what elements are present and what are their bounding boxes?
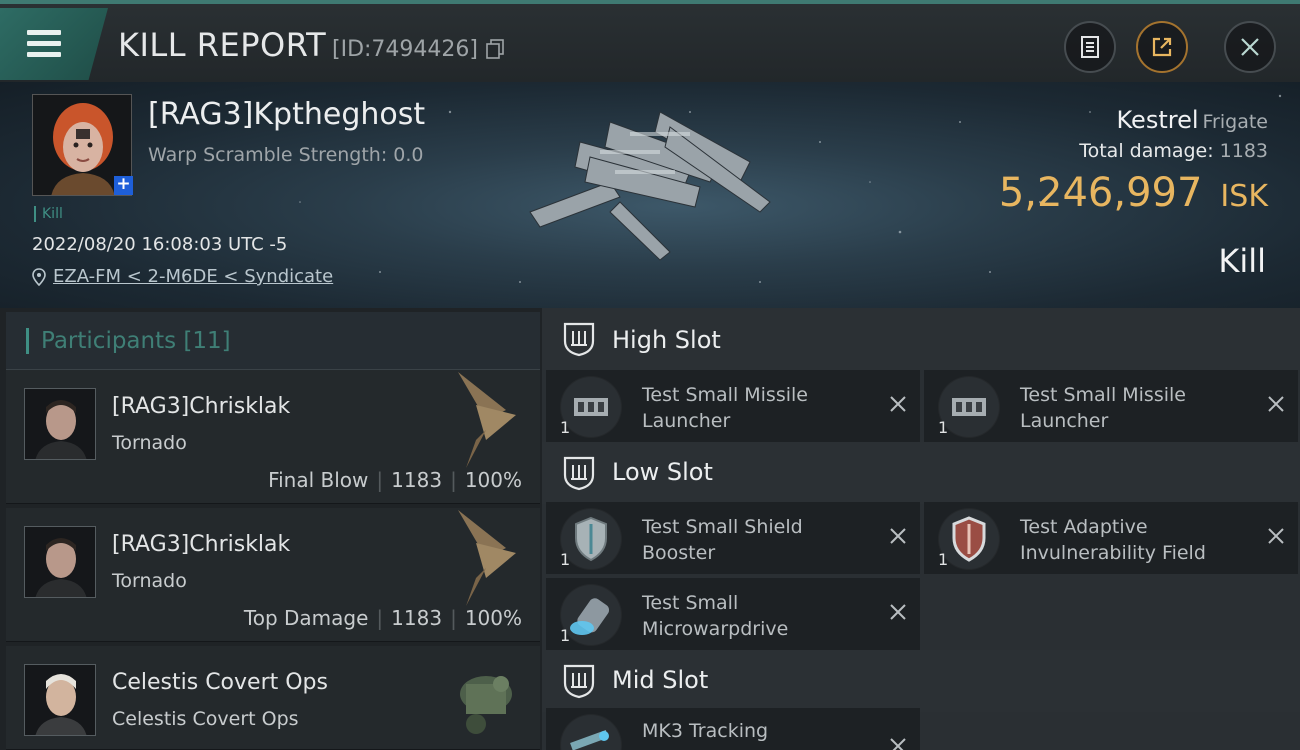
low-slot-header: Low Slot [542,442,1300,504]
module-item[interactable]: 1 Test Small Missile Launcher [924,370,1298,442]
participant-damage: 1183 [391,468,443,492]
victim-ship-image [529,111,771,261]
isk-amount: 5,246,997 [998,170,1203,216]
total-damage: Total damage: 1183 [1079,140,1268,162]
participant-row[interactable]: [RAG3]Chrisklak Tornado Final Blow | 1183 |… [6,370,540,504]
module-item[interactable]: MK3 Tracking [546,708,920,750]
ship-name: Kestrel [1116,106,1199,134]
participant-ship: Tornado [112,432,187,454]
module-quantity: 1 [938,418,949,437]
participant-percent: 100% [464,468,522,492]
participant-name: [RAG3]Chrisklak [112,532,291,557]
module-quantity: 1 [560,418,571,437]
participants-count: [11] [183,328,231,354]
destroyed-x-icon [890,396,906,412]
participant-row[interactable]: [RAG3]Chrisklak Tornado Top Damage | 1183 |… [6,508,540,642]
participants-panel: Participants [11] [RAG3]Chrisklak Tornad… [0,308,542,750]
module-quantity: 1 [560,626,571,645]
warp-scramble-strength: Warp Scramble Strength: 0.0 [148,144,424,166]
participant-role: Top Damage [243,606,369,630]
module-quantity: 1 [938,550,949,569]
close-button[interactable] [1224,21,1276,73]
add-contact-button[interactable]: + [114,176,133,195]
clipboard-button[interactable] [1064,21,1116,73]
module-quantity: 1 [560,550,571,569]
participant-row[interactable]: Celestis Covert Ops Celestis Covert Ops [6,646,540,750]
module-name: Test Small Shield Booster [642,516,803,564]
destroyed-x-icon [890,738,906,750]
participant-name: [RAG3]Chrisklak [112,394,291,419]
participant-damage: 1183 [391,606,443,630]
low-slot-label: Low Slot [612,458,713,486]
module-name: Test Small Microwarpdrive [642,592,789,640]
destroyed-x-icon [890,604,906,620]
kill-tag: Kill [34,206,63,222]
module-item[interactable]: 1 Test Small Missile Launcher [546,370,920,442]
top-bar: KILL REPORT [ID:7494426] [0,0,1300,82]
outcome-label: Kill [1218,242,1266,280]
tracking-computer-icon [560,714,622,750]
participants-header: Participants [11] [6,312,540,370]
hamburger-icon [27,30,61,63]
share-button[interactable] [1136,21,1188,73]
module-name: Test Small Missile Launcher [642,384,808,432]
module-item[interactable]: 1 Test Adaptive Invulnerability Field [924,502,1298,574]
participant-ship: Celestis Covert Ops [112,708,299,730]
mid-slot-label: Mid Slot [612,666,709,694]
low-slot-icon [563,456,595,491]
kill-location[interactable]: EZA-FM < 2-M6DE < Syndicate [32,266,333,287]
fitting-panel: High Slot 1 Test Small Missile Launcher … [542,308,1300,750]
total-damage-label: Total damage: [1079,140,1214,162]
high-slot-label: High Slot [612,326,721,354]
page-title: KILL REPORT [118,26,327,64]
mid-slot-header: Mid Slot [542,650,1300,712]
high-slot-header: High Slot [542,308,1300,370]
victim-ship-type[interactable]: Kestrel Frigate [1117,106,1268,134]
participant-ship-image [460,676,512,734]
participant-name: Celestis Covert Ops [112,670,328,695]
pilot-portrait-image [25,389,95,459]
mid-slot-icon [563,664,595,699]
module-name: Test Small Missile Launcher [1020,384,1186,432]
victim-name[interactable]: [RAG3]Kptheghost [148,97,425,132]
pilot-portrait-image [25,665,95,735]
participant-role: Final Blow [268,468,369,492]
participant-stats: Final Blow | 1183 | 100% [262,468,528,492]
total-damage-value: 1183 [1219,140,1268,162]
participant-stats: Top Damage | 1183 | 100% [238,606,528,630]
copy-icon[interactable] [486,39,504,59]
participant-avatar[interactable] [24,388,96,460]
participant-percent: 100% [464,606,522,630]
clipboard-icon [1081,36,1099,58]
participant-ship: Tornado [112,570,187,592]
pilot-portrait-image [25,527,95,597]
menu-button[interactable] [0,8,108,80]
destroyed-x-icon [1268,396,1284,412]
module-name: MK3 Tracking [642,720,769,742]
report-id: [ID:7494426] [332,37,478,62]
module-name: Test Adaptive Invulnerability Field [1020,516,1206,564]
participants-title: Participants [41,328,177,354]
participant-ship-image [458,372,516,468]
isk-unit: ISK [1220,179,1268,214]
participant-ship-image [458,510,516,606]
victim-panel: + [RAG3]Kptheghost Warp Scramble Strengt… [0,82,1300,308]
module-item[interactable]: 1 Test Small Shield Booster [546,502,920,574]
destroyed-x-icon [890,528,906,544]
participant-avatar[interactable] [24,664,96,736]
location-pin-icon [32,267,46,286]
participant-avatar[interactable] [24,526,96,598]
module-item[interactable]: 1 Test Small Microwarpdrive [546,578,920,650]
location-link[interactable]: EZA-FM < 2-M6DE < Syndicate [53,266,333,287]
high-slot-icon [563,322,595,357]
share-icon [1152,37,1172,57]
isk-value: 5,246,997 ISK [999,170,1268,216]
close-icon [1241,38,1259,56]
destroyed-x-icon [1268,528,1284,544]
kill-datetime: 2022/08/20 16:08:03 UTC -5 [32,234,288,255]
ship-class: Frigate [1202,111,1268,133]
